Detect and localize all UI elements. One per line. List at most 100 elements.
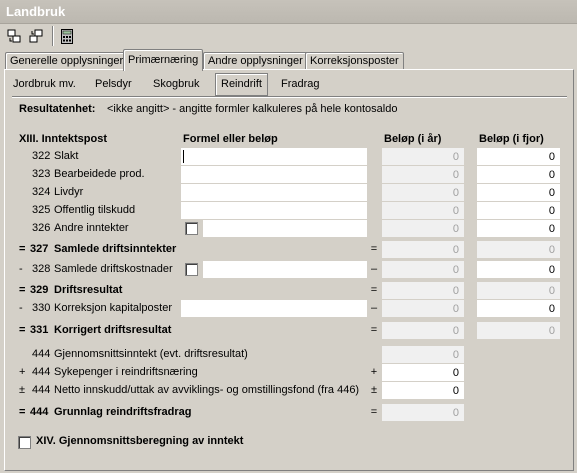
result-unit-label: Resultatenhet: — [19, 103, 96, 115]
row-328-previous-input[interactable]: 0 — [477, 261, 560, 278]
row-330-prefix: - — [19, 302, 23, 314]
row-444a-code: 444 — [32, 348, 51, 360]
row-331-current: 0 — [382, 322, 464, 339]
row-331-op: = — [370, 324, 378, 336]
row-325-code: 325 — [32, 204, 51, 216]
row-329-previous: 0 — [477, 282, 560, 299]
row-326-formula-input[interactable] — [203, 220, 367, 237]
row-331-code: 331 — [30, 324, 49, 336]
row-324-label: Livdyr — [54, 186, 84, 198]
row-328-code: 328 — [32, 263, 51, 275]
row-329-code: 329 — [30, 284, 49, 296]
row-322-label: Slakt — [54, 150, 79, 162]
row-444b-label: Sykepenger i reindriftsnæring — [54, 366, 198, 378]
row-323-label: Bearbeidede prod. — [54, 168, 145, 180]
header-formel: Formel eller beløp — [183, 133, 278, 145]
result-unit-text: <ikke angitt> - angitte formler kalkuler… — [107, 103, 398, 115]
row-323-current: 0 — [382, 166, 464, 183]
row-325-formula-input[interactable] — [181, 202, 367, 219]
subtab-skogbruk[interactable]: Skogbruk — [148, 75, 204, 93]
row-322-formula-input[interactable] — [181, 148, 367, 165]
row-325-previous-input[interactable]: 0 — [477, 202, 560, 219]
row-327-label: Samlede driftsinntekter — [54, 243, 177, 255]
row-326-label: Andre inntekter — [54, 222, 129, 234]
row-444d-code: 444 — [30, 406, 49, 418]
row-326-code: 326 — [32, 222, 51, 234]
row-330-label: Korreksjon kapitalposter — [54, 302, 173, 314]
row-330-formula-input[interactable] — [181, 300, 367, 317]
row-328-prefix: - — [19, 263, 23, 275]
row-444a-label: Gjennomsnittsinntekt (evt. driftsresulta… — [54, 348, 248, 360]
row-322-previous-input[interactable]: 0 — [477, 148, 560, 165]
row-444d-current: 0 — [382, 404, 464, 421]
row-327-op: = — [370, 243, 378, 255]
calculator-icon[interactable] — [58, 27, 76, 45]
subtab-reindrift[interactable]: Reindrift — [215, 73, 268, 96]
row-331-label: Korrigert driftsresultat — [54, 324, 172, 336]
row-325-label: Offentlig tilskudd — [54, 204, 136, 216]
row-326-current: 0 — [382, 220, 464, 237]
header-belop-i-fjor: Beløp (i fjor) — [479, 133, 544, 145]
row-324-previous-input[interactable]: 0 — [477, 184, 560, 201]
tab-korreksjonsposter[interactable]: Korreksjonsposter — [305, 52, 404, 70]
row-326-previous-input[interactable]: 0 — [477, 220, 560, 237]
row-331-prefix: = — [19, 324, 26, 336]
gjennomsnitt-label: XIV. Gjennomsnittsberegning av inntekt — [36, 435, 244, 447]
row-328-current: 0 — [382, 261, 464, 278]
row-444b-op: + — [370, 366, 378, 378]
gjennomsnitt-checkbox[interactable] — [18, 436, 31, 449]
row-444a-current: 0 — [382, 346, 464, 363]
row-444b-current-input[interactable]: 0 — [382, 364, 464, 381]
row-330-current: 0 — [382, 300, 464, 317]
row-444b-prefix: + — [19, 366, 26, 378]
row-330-code: 330 — [32, 302, 51, 314]
row-328-label: Samlede driftskostnader — [54, 263, 173, 275]
header-inntektspost: XIII. Inntektspost — [19, 133, 108, 145]
row-444c-op: ± — [370, 384, 378, 396]
row-323-previous-input[interactable]: 0 — [477, 166, 560, 183]
row-323-formula-input[interactable] — [181, 166, 367, 183]
row-329-prefix: = — [19, 284, 26, 296]
header-belop-i-ar: Beløp (i år) — [384, 133, 442, 145]
row-328-checkbox[interactable] — [185, 263, 198, 276]
row-444c-label: Netto innskudd/uttak av avviklings- og o… — [54, 384, 360, 396]
row-322-code: 322 — [32, 150, 51, 162]
row-327-current: 0 — [382, 241, 464, 258]
copy-back-icon[interactable] — [27, 27, 45, 45]
row-324-current: 0 — [382, 184, 464, 201]
row-329-label: Driftsresultat — [54, 284, 123, 296]
subtab-jordbruk[interactable]: Jordbruk mv. — [8, 75, 81, 93]
row-444c-code: 444 — [32, 384, 51, 396]
row-325-current: 0 — [382, 202, 464, 219]
copy-forward-icon[interactable] — [5, 27, 23, 45]
title-bar: Landbruk — [0, 0, 577, 24]
row-328-op: – — [370, 263, 378, 275]
row-330-op: – — [370, 302, 378, 314]
row-327-previous: 0 — [477, 241, 560, 258]
row-331-previous: 0 — [477, 322, 560, 339]
row-329-current: 0 — [382, 282, 464, 299]
row-444d-prefix: = — [19, 406, 26, 418]
text-caret — [183, 150, 184, 163]
tab-generelle-opplysninger[interactable]: Generelle opplysninger — [5, 52, 129, 70]
row-328-formula-input[interactable] — [203, 261, 367, 278]
tab-andre-opplysninger[interactable]: Andre opplysninger — [203, 52, 308, 70]
row-327-prefix: = — [19, 243, 26, 255]
row-444c-prefix: ± — [19, 384, 26, 396]
subtab-divider — [12, 96, 567, 98]
tab-primaernaering[interactable]: Primærnæring — [123, 49, 204, 71]
row-444c-current-input[interactable]: 0 — [382, 382, 464, 399]
window-title: Landbruk — [6, 4, 66, 19]
row-444d-op: = — [370, 406, 378, 418]
row-326-checkbox[interactable] — [185, 222, 198, 235]
row-324-formula-input[interactable] — [181, 184, 367, 201]
row-327-code: 327 — [30, 243, 49, 255]
row-323-code: 323 — [32, 168, 51, 180]
row-330-previous-input[interactable]: 0 — [477, 300, 560, 317]
subtab-pelsdyr[interactable]: Pelsdyr — [90, 75, 137, 93]
row-444d-label: Grunnlag reindriftsfradrag — [54, 406, 192, 418]
row-322-current: 0 — [382, 148, 464, 165]
subtab-fradrag[interactable]: Fradrag — [276, 75, 325, 93]
toolbar-separator — [52, 26, 54, 46]
row-329-op: = — [370, 284, 378, 296]
